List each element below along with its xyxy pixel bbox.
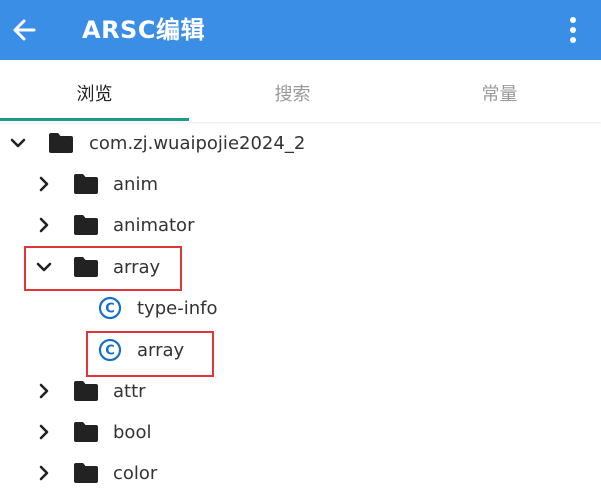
tree-row-anim[interactable]: anim <box>0 164 601 205</box>
chevron-right-icon[interactable] <box>32 420 56 444</box>
tree-row-animator[interactable]: animator <box>0 205 601 246</box>
chevron-down-icon[interactable] <box>6 131 30 155</box>
tree-row-root[interactable]: com.zj.wuaipojie2024_2 <box>0 123 601 164</box>
highlight-box-array-folder <box>24 246 182 291</box>
tree-row-attr[interactable]: attr <box>0 371 601 412</box>
tree-label: com.zj.wuaipojie2024_2 <box>89 133 306 154</box>
folder-icon <box>74 422 98 442</box>
folder-icon <box>74 174 98 194</box>
tab-bar: 浏览 搜索 常量 <box>0 60 601 122</box>
tree-label: bool <box>113 422 152 443</box>
class-icon: C <box>98 296 122 320</box>
more-vertical-icon[interactable] <box>556 10 590 50</box>
tree-row-bool[interactable]: bool <box>0 412 601 453</box>
app-bar: ARSC编辑 <box>0 0 601 60</box>
tree-row-type-info[interactable]: C type-info <box>0 288 601 329</box>
tree-label: attr <box>113 381 146 402</box>
highlight-box-array-class <box>86 331 214 377</box>
tree-label: color <box>113 463 158 484</box>
folder-icon <box>74 463 98 483</box>
folder-icon <box>49 133 73 153</box>
folder-icon <box>74 215 98 235</box>
tab-search[interactable]: 搜索 <box>198 60 387 120</box>
chevron-right-icon[interactable] <box>32 461 56 485</box>
page-title: ARSC编辑 <box>82 16 205 44</box>
chevron-right-icon[interactable] <box>32 172 56 196</box>
tab-constants[interactable]: 常量 <box>405 60 594 120</box>
chevron-right-icon[interactable] <box>32 379 56 403</box>
tree-label: anim <box>113 174 158 195</box>
tab-browse[interactable]: 浏览 <box>0 60 189 120</box>
arrow-left-icon[interactable] <box>6 10 46 50</box>
tab-indicator <box>0 118 189 121</box>
tree-label: animator <box>113 215 195 236</box>
svg-text:C: C <box>105 302 115 317</box>
tree-label: type-info <box>137 298 218 319</box>
chevron-right-icon[interactable] <box>32 213 56 237</box>
folder-icon <box>74 381 98 401</box>
tree-row-color[interactable]: color <box>0 453 601 494</box>
